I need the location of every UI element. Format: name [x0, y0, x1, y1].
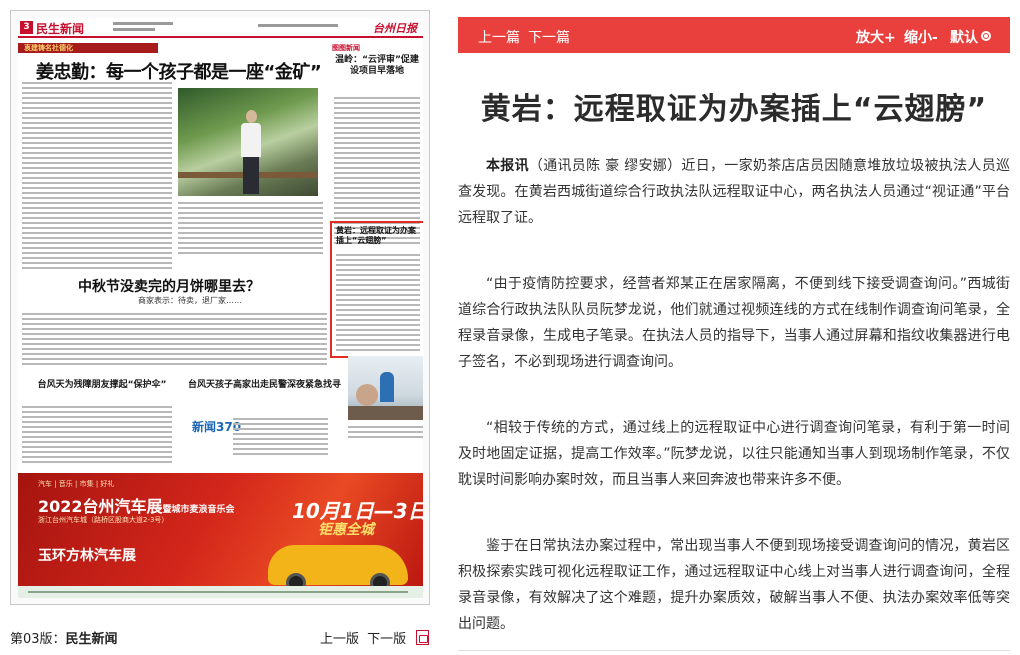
- auto-show-advertisement[interactable]: 汽车 | 音乐 | 市集 | 好礼 2022台州汽车展暨城市麦浪音乐会 浙江台州…: [18, 473, 423, 598]
- next-page-link[interactable]: 下一版: [367, 632, 406, 647]
- masthead-meta: [113, 22, 173, 34]
- ribbon-text: 衷建铸名社德化: [24, 44, 73, 52]
- masthead-links: [258, 24, 338, 30]
- selected-article-headline[interactable]: 黄岩：远程取证为办案插上“云翅膀”: [336, 226, 420, 246]
- article-body: 本报讯（通讯员陈 豪 缪安娜）近日，一家奶茶店店员因随意堆放垃圾被执法人员巡查发…: [458, 153, 1010, 655]
- side-headline[interactable]: 温岭：“云评审”促建设项目早落地: [332, 55, 422, 83]
- newspaper-masthead: 3 民生新闻 台州日报: [18, 18, 423, 38]
- selected-article-text[interactable]: [336, 254, 420, 354]
- next-article-link[interactable]: 下一篇: [528, 27, 570, 47]
- article-paragraph: “相较于传统的方式，通过线上的远程取证中心进行调查询问笔录，有利于第一时间及时地…: [458, 420, 1010, 488]
- lead-headline[interactable]: 姜忠勤：每一个孩子都是一座“金矿”: [36, 58, 322, 84]
- ad-subtitle: 玉环方林汽车展: [38, 548, 136, 564]
- default-size-button[interactable]: 默认: [950, 27, 978, 47]
- article-lead-bold: 本报讯: [486, 158, 529, 174]
- mooncake-subtitle: 商家表示：待卖，退厂家……: [138, 296, 242, 305]
- mooncake-article-text[interactable]: [22, 313, 327, 368]
- article-paragraph: 鉴于在日常执法办案过程中，常出现当事人不便到现场接受调查询问的情况，黄岩区积极探…: [458, 538, 1010, 632]
- ad-slogan: 钜惠全城: [318, 522, 374, 538]
- lead-article-text[interactable]: [22, 82, 172, 272]
- mooncake-headline[interactable]: 中秋节没卖完的月饼哪里去？: [78, 276, 260, 296]
- page-edition-label: 第03版：民生新闻: [10, 632, 118, 647]
- ad-venue: 浙江台州汽车城（路桥区股商大道2-3号）: [38, 516, 169, 524]
- office-photo: [348, 356, 423, 420]
- pdf-icon[interactable]: [416, 630, 430, 645]
- article-toolbar: 上一篇 下一篇 放大+ 缩小- 默认: [458, 17, 1010, 53]
- article-paragraph: “由于疫情防控要求，经营者郑某正在居家隔离，不便到线下接受调查询问。”西城街道综…: [458, 276, 1010, 370]
- side-tag: 图图新闻: [332, 44, 360, 52]
- prev-article-link[interactable]: 上一篇: [478, 27, 520, 47]
- page-section-name: 民生新闻: [65, 632, 118, 647]
- newspaper-page-viewer: 3 民生新闻 台州日报 衷建铸名社德化 姜忠勤：每一个孩子都是一座“金矿” 图图…: [10, 10, 430, 605]
- zoom-out-button[interactable]: 缩小-: [904, 27, 938, 47]
- prev-page-link[interactable]: 上一版: [320, 632, 359, 647]
- ad-tagline: 汽车 | 音乐 | 市集 | 好礼: [38, 480, 115, 488]
- page-number-badge: 3: [20, 21, 33, 34]
- portrait-photo: [178, 88, 318, 196]
- newspaper-logo: 台州日报: [373, 22, 417, 35]
- newspaper-page: 3 民生新闻 台州日报 衷建铸名社德化 姜忠勤：每一个孩子都是一座“金矿” 图图…: [18, 18, 423, 598]
- ad-footer-strip: [18, 586, 423, 598]
- article-title: 黄岩：远程取证为办案插上“云翅膀”: [480, 92, 988, 127]
- radio-dot-icon[interactable]: [981, 31, 991, 41]
- bottom-divider: [458, 650, 1010, 651]
- lead-article-text-2[interactable]: [178, 202, 323, 257]
- ad-title: 2022台州汽车展暨城市麦浪音乐会: [38, 497, 235, 516]
- typhoon-child-text[interactable]: [233, 418, 328, 458]
- section-title: 民生新闻: [36, 22, 85, 36]
- zoom-in-button[interactable]: 放大+: [856, 27, 896, 47]
- typhoon-child-headline[interactable]: 台风天孩子高家出走民警深夜紧急找寻: [188, 380, 341, 391]
- photo-caption: [348, 426, 423, 441]
- typhoon-disabled-text[interactable]: [22, 406, 172, 466]
- article-paragraph: 本报讯（通讯员陈 豪 缪安娜）近日，一家奶茶店店员因随意堆放垃圾被执法人员巡查发…: [458, 158, 1010, 226]
- page-navigation: 上一版 下一版: [320, 628, 430, 647]
- typhoon-disabled-headline[interactable]: 台风天为残障朋友撑起“保护伞”: [32, 380, 172, 391]
